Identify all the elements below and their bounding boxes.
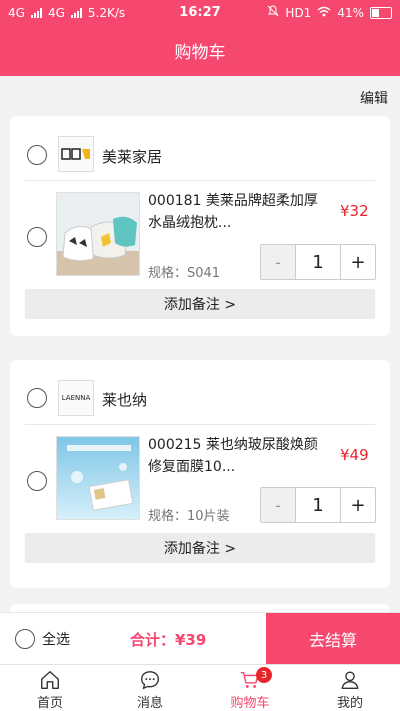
mute-icon bbox=[267, 5, 279, 20]
store-logo: LAENNA bbox=[58, 380, 94, 416]
hd-label: HD1 bbox=[285, 5, 312, 20]
tab-home[interactable]: 首页 bbox=[0, 665, 100, 711]
increase-button[interactable]: + bbox=[341, 245, 375, 279]
store-select-radio[interactable] bbox=[27, 388, 47, 408]
quantity-stepper: - 1 + bbox=[260, 244, 376, 280]
product-image[interactable] bbox=[56, 436, 140, 520]
user-icon bbox=[341, 671, 359, 689]
store-card: LAENNA 莱也纳 000215 莱也纳玻尿酸焕颜修复面膜10... ¥49 … bbox=[10, 360, 390, 588]
battery-icon bbox=[370, 6, 392, 19]
decrease-button[interactable]: - bbox=[261, 245, 295, 279]
increase-button[interactable]: + bbox=[341, 488, 375, 522]
page-title: 购物车 bbox=[174, 43, 226, 63]
store-card: 美莱家居 000181 美莱品牌超柔加厚水晶绒抱枕... ¥32 规格：S041… bbox=[10, 116, 390, 336]
product-title[interactable]: 000215 莱也纳玻尿酸焕颜修复面膜10... bbox=[148, 434, 328, 478]
tab-messages[interactable]: 消息 bbox=[100, 665, 200, 711]
status-bar: 4G 4G 5.2K/s 16:27 HD1 41% bbox=[0, 0, 400, 28]
edit-button[interactable]: 编辑 bbox=[360, 88, 388, 108]
total-amount: 合计：¥39 bbox=[130, 631, 207, 649]
tab-cart[interactable]: 3 购物车 bbox=[200, 665, 300, 711]
store-logo-text: LAENNA bbox=[61, 394, 91, 402]
store-logo bbox=[58, 136, 94, 172]
tab-label: 首页 bbox=[36, 696, 63, 711]
tab-label: 消息 bbox=[136, 696, 163, 711]
bottom-tab-bar: 首页 消息 3 购物车 我的 bbox=[0, 664, 400, 711]
product-spec: 规格：S041 bbox=[148, 266, 221, 281]
product-price: ¥32 bbox=[340, 202, 369, 220]
checkout-button[interactable]: 去结算 bbox=[266, 613, 400, 664]
divider bbox=[25, 180, 375, 181]
facemask-product-image bbox=[57, 437, 139, 519]
tab-profile[interactable]: 我的 bbox=[300, 665, 400, 711]
product-select-radio[interactable] bbox=[27, 227, 47, 247]
cart-count-badge: 3 bbox=[256, 667, 272, 683]
status-right: HD1 41% bbox=[267, 5, 392, 20]
battery-percent: 41% bbox=[337, 5, 364, 20]
product-price: ¥49 bbox=[340, 446, 369, 464]
tab-label: 购物车 bbox=[230, 696, 270, 711]
add-note-button[interactable]: 添加备注 > bbox=[25, 289, 375, 319]
pillow-product-image bbox=[57, 193, 139, 275]
select-all-label[interactable]: 全选 bbox=[42, 629, 70, 649]
checkout-bar: 全选 合计：¥39 去结算 bbox=[0, 612, 400, 664]
product-image[interactable] bbox=[56, 192, 140, 276]
app-header: 4G 4G 5.2K/s 16:27 HD1 41% 购物车 bbox=[0, 0, 400, 76]
quantity-value[interactable]: 1 bbox=[295, 245, 341, 279]
product-select-radio[interactable] bbox=[27, 471, 47, 491]
message-icon bbox=[141, 671, 159, 690]
store-name[interactable]: 莱也纳 bbox=[102, 389, 147, 410]
store-name[interactable]: 美莱家居 bbox=[102, 146, 162, 167]
tab-label: 我的 bbox=[336, 696, 363, 711]
wifi-icon bbox=[317, 6, 331, 20]
product-title[interactable]: 000181 美莱品牌超柔加厚水晶绒抱枕... bbox=[148, 190, 328, 234]
store-select-radio[interactable] bbox=[27, 145, 47, 165]
add-note-button[interactable]: 添加备注 > bbox=[25, 533, 375, 563]
decrease-button[interactable]: - bbox=[261, 488, 295, 522]
quantity-value[interactable]: 1 bbox=[295, 488, 341, 522]
quantity-stepper: - 1 + bbox=[260, 487, 376, 523]
product-spec: 规格：10片装 bbox=[148, 509, 230, 524]
divider bbox=[25, 424, 375, 425]
home-icon bbox=[41, 671, 59, 689]
store-logo-graphic bbox=[61, 148, 90, 160]
select-all-radio[interactable] bbox=[15, 629, 35, 649]
